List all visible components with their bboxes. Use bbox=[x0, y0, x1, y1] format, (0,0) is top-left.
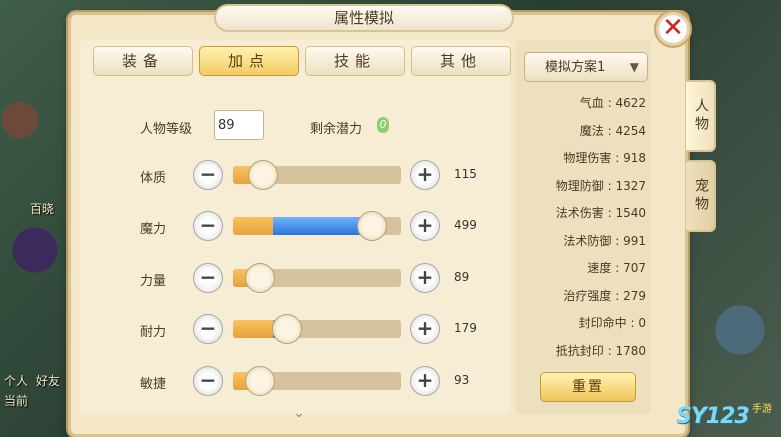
tab-skills[interactable]: 技能 bbox=[305, 46, 405, 76]
stat-row: 法术防御 : 991 bbox=[518, 232, 646, 249]
attribute-slider[interactable] bbox=[233, 320, 401, 338]
reset-button[interactable]: 重置 bbox=[540, 372, 636, 402]
level-input[interactable]: 89 bbox=[214, 110, 264, 140]
scroll-down-icon[interactable]: ⌄ bbox=[290, 405, 308, 421]
stat-separator: : bbox=[603, 206, 616, 220]
plan-label: 模拟方案1 bbox=[545, 60, 606, 75]
background-label: 个人 bbox=[4, 374, 29, 388]
plan-dropdown[interactable]: 模拟方案1 ▼ bbox=[524, 52, 648, 82]
chevron-down-icon: ▼ bbox=[629, 60, 639, 74]
attribute-value: 499 bbox=[454, 218, 477, 232]
slider-knob[interactable] bbox=[272, 314, 302, 344]
tab-equipment[interactable]: 装备 bbox=[93, 46, 193, 76]
attribute-label: 力量 bbox=[140, 274, 167, 289]
slider-added-fill bbox=[273, 217, 370, 235]
stat-row: 气血 : 4622 bbox=[518, 94, 646, 111]
decrease-button[interactable]: − bbox=[193, 314, 223, 344]
stat-row: 物理伤害 : 918 bbox=[518, 149, 646, 166]
attribute-label: 敏捷 bbox=[140, 377, 167, 392]
stat-separator: : bbox=[626, 316, 639, 330]
stat-label: 法术伤害 bbox=[555, 206, 604, 220]
stat-separator: : bbox=[611, 233, 624, 248]
stat-value: 4622 bbox=[615, 96, 646, 110]
increase-button[interactable]: + bbox=[410, 160, 440, 190]
stat-value: 4254 bbox=[615, 123, 646, 138]
increase-button[interactable]: + bbox=[410, 314, 440, 344]
stat-label: 魔法 bbox=[579, 123, 604, 138]
attribute-value: 89 bbox=[454, 270, 470, 284]
stat-row: 速度 : 707 bbox=[518, 259, 646, 276]
increase-button[interactable]: + bbox=[410, 263, 440, 293]
tab-add-points[interactable]: 加点 bbox=[199, 46, 299, 76]
attribute-label: 体质 bbox=[140, 171, 167, 186]
stat-value: 1780 bbox=[615, 343, 646, 358]
stat-separator: : bbox=[603, 343, 616, 358]
background-label: 好友 bbox=[36, 374, 61, 388]
slider-base-fill bbox=[233, 320, 273, 338]
stat-value: 918 bbox=[623, 151, 646, 165]
stat-row: 抵抗封印 : 1780 bbox=[518, 342, 646, 359]
stat-row: 物理防御 : 1327 bbox=[518, 177, 646, 194]
potential-value: 0 bbox=[377, 117, 389, 133]
stat-row: 法术伤害 : 1540 bbox=[518, 204, 646, 221]
attribute-value: 179 bbox=[454, 321, 477, 335]
watermark-sub: 手游 bbox=[752, 404, 772, 415]
stat-label: 抵抗封印 bbox=[555, 343, 604, 358]
attribute-value: 93 bbox=[454, 373, 470, 387]
stat-separator: : bbox=[611, 151, 624, 165]
watermark-logo: SY123 bbox=[676, 404, 750, 429]
stat-row: 魔法 : 4254 bbox=[518, 122, 646, 139]
dialog-title: 属性模拟 bbox=[214, 4, 514, 32]
tab-other[interactable]: 其他 bbox=[411, 46, 511, 76]
side-tab-pet[interactable]: 宠物 bbox=[686, 160, 716, 232]
close-button[interactable]: ✕ bbox=[654, 10, 692, 48]
potential-label: 剩余潜力 bbox=[310, 122, 363, 137]
slider-knob[interactable] bbox=[245, 263, 275, 293]
decrease-button[interactable]: − bbox=[193, 366, 223, 396]
stat-value: 279 bbox=[623, 288, 646, 303]
stat-label: 气血 bbox=[579, 96, 604, 110]
slider-base-fill bbox=[233, 217, 273, 235]
stat-label: 速度 bbox=[587, 261, 612, 275]
tab-bar: 装备 加点 技能 其他 bbox=[93, 46, 511, 76]
decrease-button[interactable]: − bbox=[193, 263, 223, 293]
attribute-value: 115 bbox=[454, 167, 477, 181]
stat-value: 707 bbox=[623, 261, 646, 275]
background-label: 百晓 bbox=[30, 202, 55, 216]
increase-button[interactable]: + bbox=[410, 366, 440, 396]
background-label: 当前 bbox=[4, 394, 29, 408]
attribute-label: 耐力 bbox=[140, 325, 167, 340]
stat-label: 法术防御 bbox=[563, 233, 612, 248]
stat-value: 991 bbox=[623, 233, 646, 248]
attribute-label: 魔力 bbox=[140, 222, 167, 237]
stat-label: 物理伤害 bbox=[563, 151, 612, 165]
stat-label: 治疗强度 bbox=[563, 288, 612, 303]
stat-separator: : bbox=[603, 178, 616, 193]
slider-knob[interactable] bbox=[248, 160, 278, 190]
side-tab-character[interactable]: 人物 bbox=[686, 80, 716, 152]
stat-value: 1327 bbox=[615, 178, 646, 193]
stat-label: 封印命中 bbox=[578, 316, 627, 330]
level-label: 人物等级 bbox=[140, 122, 193, 137]
slider-knob[interactable] bbox=[357, 211, 387, 241]
stat-separator: : bbox=[611, 288, 624, 303]
decrease-button[interactable]: − bbox=[193, 160, 223, 190]
stat-value: 0 bbox=[638, 316, 646, 330]
stat-row: 治疗强度 : 279 bbox=[518, 287, 646, 304]
decrease-button[interactable]: − bbox=[193, 211, 223, 241]
stat-separator: : bbox=[603, 96, 616, 110]
increase-button[interactable]: + bbox=[410, 211, 440, 241]
stat-row: 封印命中 : 0 bbox=[518, 314, 646, 331]
stat-separator: : bbox=[603, 123, 616, 138]
stat-value: 1540 bbox=[615, 206, 646, 220]
stat-separator: : bbox=[611, 261, 624, 275]
stat-label: 物理防御 bbox=[555, 178, 604, 193]
slider-knob[interactable] bbox=[245, 366, 275, 396]
